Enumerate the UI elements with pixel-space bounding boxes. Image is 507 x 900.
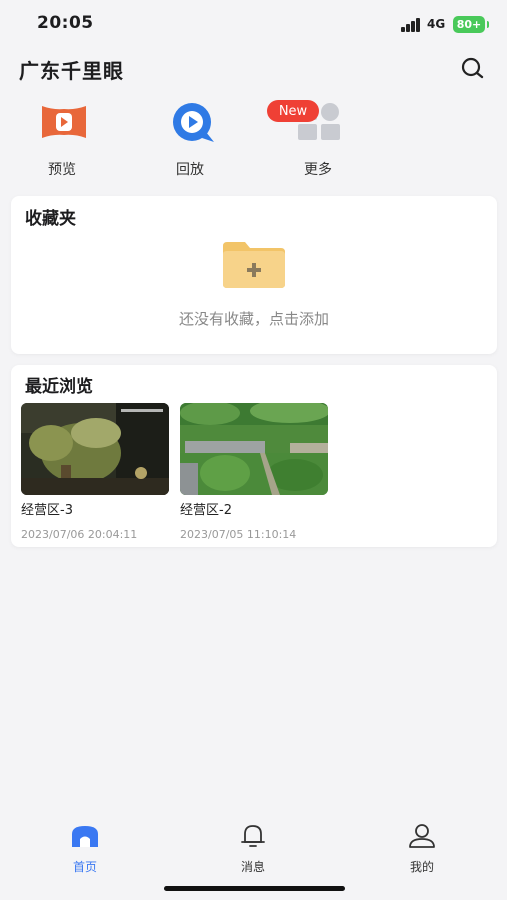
tab-messages[interactable]: 消息 — [213, 820, 293, 874]
recent-card: 最近浏览 经营区-3 2023/07/06 20:04:11 经营区-2 202… — [11, 365, 497, 547]
tab-profile[interactable]: 我的 — [382, 820, 462, 874]
add-folder-icon[interactable] — [223, 242, 285, 288]
battery-icon: 80+ — [453, 16, 489, 33]
bell-icon — [241, 825, 265, 847]
user-icon — [409, 824, 435, 848]
tab-home[interactable]: 首页 — [45, 820, 125, 874]
camera-thumbnail[interactable] — [180, 403, 328, 495]
quick-action-playback[interactable]: 回放 — [148, 98, 232, 182]
page-title: 广东千里眼 — [19, 59, 124, 83]
favorites-empty-text[interactable]: 还没有收藏，点击添加 — [11, 308, 497, 329]
app-header: 广东千里眼 — [0, 46, 507, 92]
search-icon — [461, 57, 484, 79]
preview-play-icon — [42, 106, 86, 138]
favorites-card: 收藏夹 还没有收藏，点击添加 — [11, 196, 497, 354]
tab-label: 首页 — [72, 860, 97, 874]
camera-timestamp: 2023/07/06 20:04:11 — [21, 528, 138, 541]
camera-thumbnail[interactable] — [21, 403, 169, 495]
battery-level: 80+ — [456, 18, 482, 31]
quick-action-preview[interactable]: 预览 — [20, 98, 104, 182]
quick-action-label: 预览 — [48, 162, 76, 178]
search-button[interactable] — [455, 52, 489, 86]
quick-action-label: 回放 — [176, 162, 204, 178]
new-badge: New — [267, 100, 319, 122]
quick-action-label: 更多 — [304, 162, 332, 178]
home-indicator[interactable] — [164, 886, 345, 891]
camera-name: 经营区-3 — [21, 503, 73, 518]
recent-title: 最近浏览 — [25, 377, 93, 397]
day-camera-image — [180, 403, 328, 495]
camera-name: 经营区-2 — [180, 503, 232, 518]
camera-timestamp: 2023/07/05 11:10:14 — [180, 528, 297, 541]
network-type: 4G — [427, 17, 446, 31]
home-icon — [72, 826, 98, 847]
signal-icon — [401, 18, 423, 32]
night-camera-image — [21, 403, 169, 495]
playback-icon — [173, 103, 214, 142]
quick-actions: 预览 回放 更多 — [0, 98, 507, 184]
favorites-title: 收藏夹 — [25, 209, 76, 229]
tab-label: 我的 — [409, 860, 434, 874]
status-bar: 20:05 4G 80+ — [0, 0, 507, 46]
status-time: 20:05 — [37, 13, 94, 33]
tab-label: 消息 — [240, 860, 265, 874]
